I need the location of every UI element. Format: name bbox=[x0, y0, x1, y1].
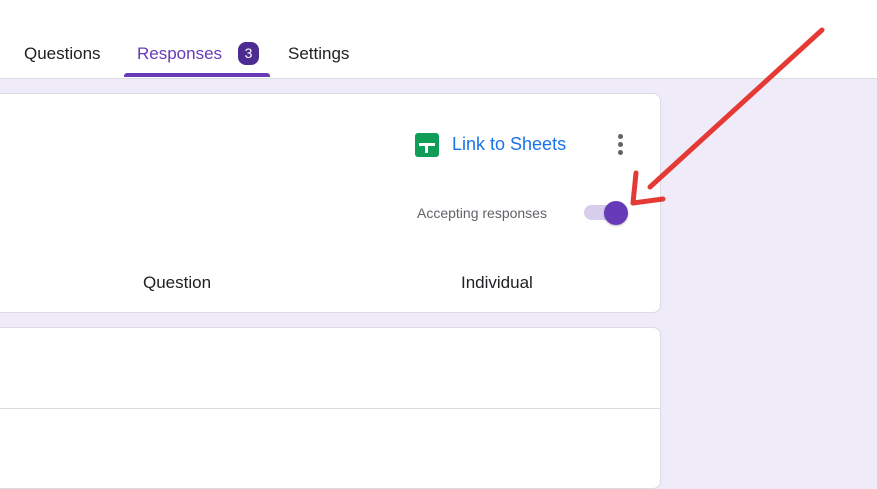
annotation-arrow bbox=[630, 27, 825, 206]
